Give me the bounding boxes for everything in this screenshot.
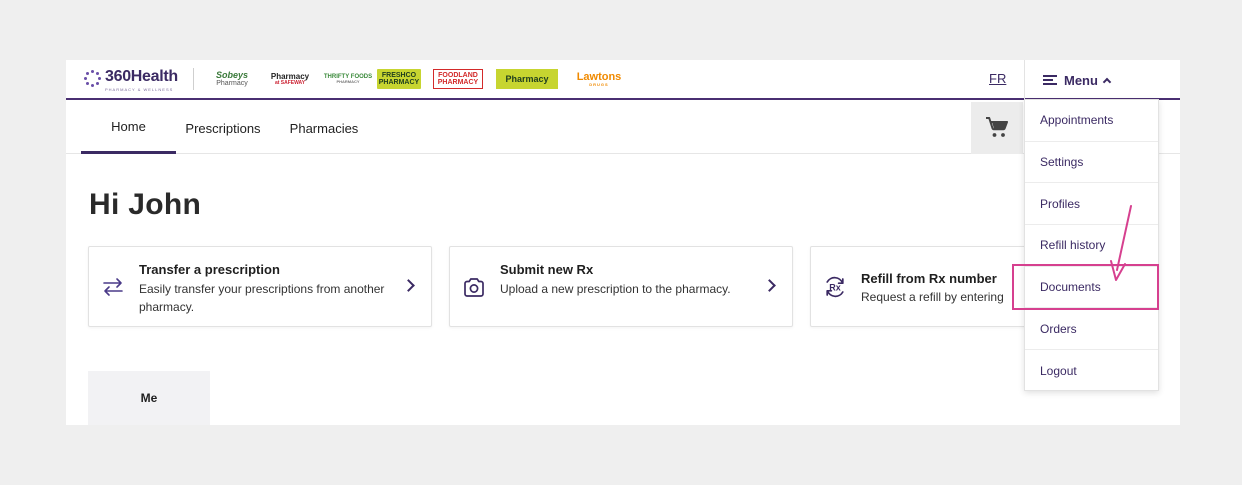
menu-item-orders[interactable]: Orders [1025, 308, 1158, 351]
transfer-prescription-card[interactable]: Transfer a prescription Easily transfer … [88, 246, 432, 327]
banner-chalo-logo: Pharmacy [496, 69, 558, 89]
menu-item-logout[interactable]: Logout [1025, 350, 1158, 392]
chevron-up-icon [1102, 77, 1112, 86]
menu-item-refill-history[interactable]: Refill history [1025, 225, 1158, 267]
page-title: Hi John [89, 188, 202, 221]
banner-foodland-logo: FOODLAND PHARMACY [433, 69, 483, 89]
banner-freshco-subtext: PHARMACY [378, 79, 420, 86]
banner-lawtons-logo: Lawtons DRUGS [569, 69, 629, 89]
menu-item-documents[interactable]: Documents [1025, 267, 1158, 309]
main-nav: Home Prescriptions Pharmacies [66, 102, 1180, 154]
tab-home[interactable]: Home [81, 102, 176, 154]
banner-sobeys-subtext: Pharmacy [216, 80, 248, 87]
banner-freshco-logo: FRESHCO PHARMACY [377, 69, 421, 89]
chevron-right-icon [402, 279, 415, 292]
banner-thrifty-logo: THRIFTY FOODS PHARMACY [324, 69, 372, 89]
card-description: Upload a new prescription to the pharmac… [500, 282, 731, 296]
logo-dots-icon [84, 70, 102, 88]
brand-divider [193, 68, 194, 90]
cart-icon [986, 117, 1008, 137]
banner-thrifty-subtext: PHARMACY [336, 79, 360, 84]
logo-subtext: PHARMACY & WELLNESS [105, 87, 174, 92]
banner-foodland-subtext: PHARMACY [437, 79, 479, 86]
card-title: Submit new Rx [500, 262, 594, 277]
menu-button[interactable]: Menu [1024, 60, 1158, 100]
profile-tab-me[interactable]: Me [88, 371, 210, 425]
logo-text: 360Health [105, 68, 178, 85]
tab-prescriptions[interactable]: Prescriptions [180, 102, 266, 154]
banner-sobeys-text: Sobeys [215, 70, 248, 80]
rx-refill-icon: Rx [826, 276, 844, 298]
banner-freshco-text: FRESHCO [381, 72, 417, 79]
banner-foodland-text: FOODLAND [438, 72, 478, 79]
banner-sobeys-logo: Sobeys Pharmacy [212, 69, 252, 89]
app-page: 360Health PHARMACY & WELLNESS Sobeys Pha… [66, 60, 1180, 425]
brand-bar: 360Health PHARMACY & WELLNESS Sobeys Pha… [66, 60, 1180, 100]
card-title: Refill from Rx number [861, 271, 997, 286]
menu-item-profiles[interactable]: Profiles [1025, 183, 1158, 226]
camera-icon [464, 278, 484, 297]
tab-pharmacies[interactable]: Pharmacies [280, 102, 368, 154]
menu-label: Menu [1064, 72, 1098, 88]
card-description: Easily transfer your prescriptions from … [139, 282, 385, 314]
language-toggle-link[interactable]: FR [989, 71, 1006, 86]
menu-item-settings[interactable]: Settings [1025, 142, 1158, 184]
svg-text:Rx: Rx [829, 283, 841, 293]
submit-new-rx-card[interactable]: Submit new Rx Upload a new prescription … [449, 246, 793, 327]
menu-dropdown: Appointments Settings Profiles Refill hi… [1024, 99, 1159, 391]
menu-item-appointments[interactable]: Appointments [1025, 100, 1158, 142]
transfer-arrows-icon [103, 278, 123, 296]
logo-360health[interactable]: 360Health PHARMACY & WELLNESS [84, 67, 178, 92]
hamburger-icon [1043, 75, 1057, 85]
banner-chalo-text: Pharmacy [505, 73, 549, 84]
banner-safeway-subtext: at SAFEWAY [274, 79, 306, 86]
banner-safeway-logo: Pharmacy at SAFEWAY [259, 69, 321, 89]
card-title: Transfer a prescription [139, 262, 280, 277]
chevron-right-icon [763, 279, 776, 292]
cart-button[interactable] [971, 102, 1023, 154]
banner-lawtons-subtext: DRUGS [589, 81, 609, 87]
banner-lawtons-text: Lawtons [576, 70, 622, 83]
